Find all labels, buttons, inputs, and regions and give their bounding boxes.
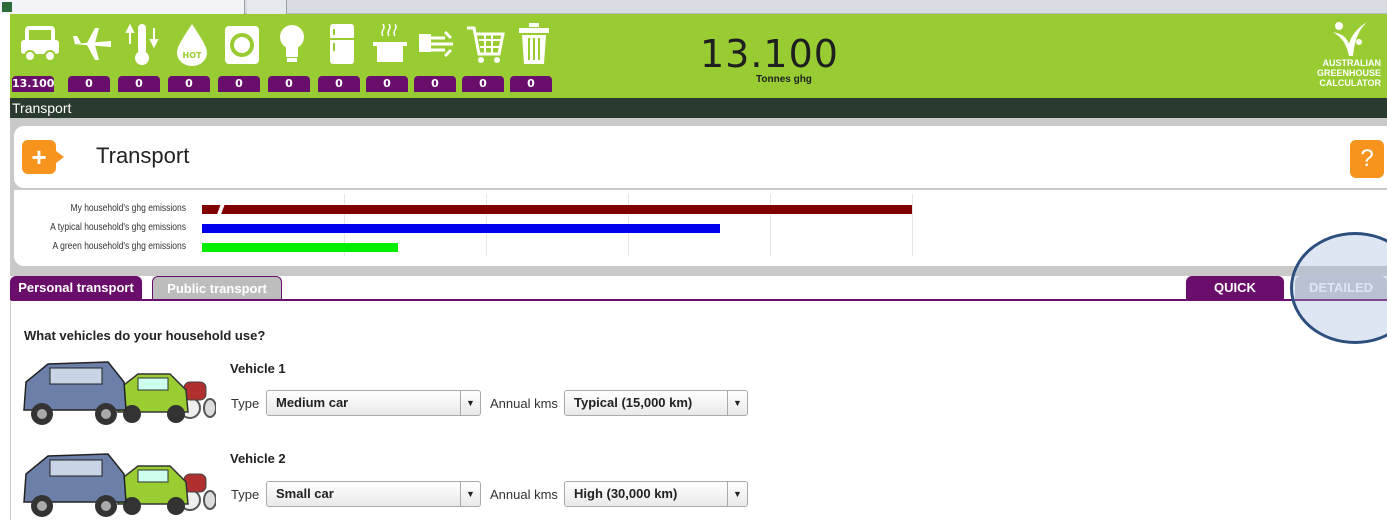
logo-leaf-icon <box>1333 22 1367 56</box>
lightbulb-icon[interactable] <box>268 20 316 74</box>
summary-panel <box>14 126 1387 188</box>
vehicle-2-type-value: Small car <box>276 486 334 501</box>
vehicle-2-kms-select[interactable]: High (30,000 km) ▼ <box>564 481 748 507</box>
chevron-down-icon[interactable]: ▼ <box>727 482 747 506</box>
transport-icon[interactable] <box>16 20 64 74</box>
favicon-icon <box>2 2 12 12</box>
svg-text:HOT: HOT <box>183 51 202 60</box>
chart-gridline <box>912 194 913 256</box>
add-button[interactable]: + <box>22 140 64 174</box>
vehicle-1-title: Vehicle 1 <box>230 361 286 376</box>
vehicles-question: What vehicles do your household use? <box>24 328 266 343</box>
category-count: 0 <box>68 76 110 92</box>
chart-gridline <box>770 194 771 256</box>
category-count: 0 <box>318 76 360 92</box>
category-count: 0 <box>366 76 408 92</box>
category-count: 0 <box>462 76 504 92</box>
thermometer-icon[interactable] <box>118 20 166 74</box>
chevron-down-icon[interactable]: ▼ <box>727 391 747 415</box>
plane-icon[interactable] <box>68 20 116 74</box>
category-count: 0 <box>168 76 210 92</box>
rubbish-bin-icon[interactable] <box>510 20 558 74</box>
logo-line: AUSTRALIAN <box>1322 58 1382 68</box>
hot-water-icon[interactable]: HOT <box>168 20 216 74</box>
chart-label-green-household: A green household's ghg emissions <box>52 241 186 252</box>
section-breadcrumb: Transport <box>10 98 1387 118</box>
tab-quick[interactable]: QUICK <box>1186 276 1284 300</box>
vehicle-1-kms-value: Typical (15,000 km) <box>574 395 693 410</box>
total-emissions-unit: Tonnes ghg <box>756 74 812 85</box>
vehicle-2-kms-label: Annual kms <box>490 487 558 502</box>
vehicle-2-title: Vehicle 2 <box>230 451 286 466</box>
browser-new-tab[interactable] <box>247 0 287 14</box>
transport-tabs: Personal transport Public transport QUIC… <box>10 276 1387 300</box>
category-count: 13.100 <box>12 76 55 92</box>
chevron-down-icon[interactable]: ▼ <box>460 391 480 415</box>
bar-green-household <box>202 243 398 252</box>
vehicle-2-kms-value: High (30,000 km) <box>574 486 678 501</box>
browser-tab[interactable] <box>0 0 245 14</box>
category-header: HOT 13.100 0 0 0 0 0 0 0 0 0 0 13.100 To… <box>10 14 1387 98</box>
total-emissions-value: 13.100 <box>700 32 839 76</box>
tab-underline <box>10 299 1387 301</box>
vehicle-1-kms-label: Annual kms <box>490 396 558 411</box>
vehicle-2-type-select[interactable]: Small car ▼ <box>266 481 481 507</box>
chart-label-my-household: My household's ghg emissions <box>70 203 186 214</box>
chart-label-typical-household: A typical household's ghg emissions <box>50 222 187 233</box>
category-count: 0 <box>510 76 552 92</box>
calculator-logo: AUSTRALIAN GREENHOUSE CALCULATOR <box>1311 20 1381 94</box>
vehicle-1-type-value: Medium car <box>276 395 349 410</box>
logo-line: GREENHOUSE <box>1316 68 1381 78</box>
power-plug-icon[interactable] <box>414 20 462 74</box>
bar-typical-household <box>202 224 720 233</box>
bar-my-household <box>202 205 912 214</box>
category-count: 0 <box>218 76 260 92</box>
browser-tab-strip <box>0 0 1387 14</box>
vehicle-2-type-label: Type <box>231 487 260 502</box>
logo-line: CALCULATOR <box>1319 78 1381 88</box>
fridge-icon[interactable] <box>318 20 366 74</box>
category-count: 0 <box>268 76 310 92</box>
cooking-pot-icon[interactable] <box>366 20 414 74</box>
shopping-cart-icon[interactable] <box>462 20 510 74</box>
category-count: 0 <box>118 76 160 92</box>
category-count: 0 <box>414 76 456 92</box>
vehicle-1-type-label: Type <box>231 396 260 411</box>
help-button[interactable]: ? <box>1350 140 1384 178</box>
vehicles-illustration <box>23 361 216 425</box>
vehicle-1-kms-select[interactable]: Typical (15,000 km) ▼ <box>564 390 748 416</box>
content-left-border <box>10 300 11 520</box>
tab-public-transport[interactable]: Public transport <box>152 276 282 300</box>
washing-machine-icon[interactable] <box>218 20 266 74</box>
page-title: Transport <box>96 143 190 168</box>
chevron-down-icon[interactable]: ▼ <box>460 482 480 506</box>
vehicles-illustration <box>23 453 216 517</box>
tab-personal-transport[interactable]: Personal transport <box>10 276 142 300</box>
vehicle-1-type-select[interactable]: Medium car ▼ <box>266 390 481 416</box>
